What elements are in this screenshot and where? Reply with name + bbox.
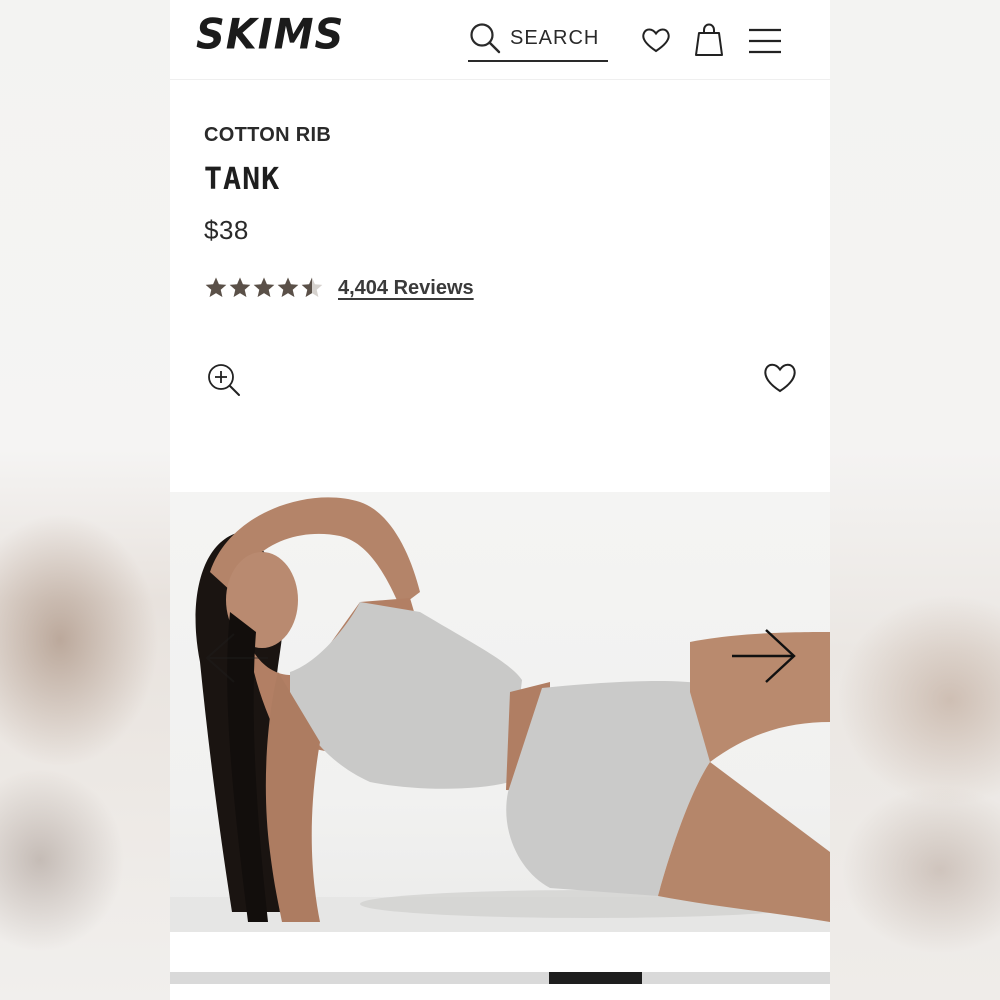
product-image-gallery[interactable] [170,492,830,932]
product-title: TANK [204,162,281,197]
brand-logo[interactable]: SKIMS [196,11,344,59]
search-button[interactable]: SEARCH [468,16,608,62]
gallery-progress-bar [170,972,830,984]
reviews-link[interactable]: 4,404 Reviews [338,277,474,300]
product-rating: 4,404 Reviews [204,274,474,302]
arrow-right-icon[interactable] [730,628,798,684]
star-icon [277,277,299,297]
star-icon [229,277,251,297]
hamburger-menu-icon[interactable] [748,26,782,56]
shopping-bag-icon[interactable] [694,22,724,58]
product-photo [170,497,830,932]
search-label: SEARCH [510,26,600,49]
search-icon [470,23,501,54]
zoom-in-icon[interactable] [206,362,242,398]
mobile-page: SKIMS SEARCH COTTON RIB TANK $38 4,404 R… [170,0,830,1000]
star-icon [205,277,227,297]
star-icon [301,277,323,297]
background-blur-right [830,0,1000,1000]
add-to-wishlist-heart-icon[interactable] [762,360,798,394]
star-icon [253,277,275,297]
site-header: SKIMS SEARCH [170,0,830,80]
star-rating [204,276,324,300]
product-collection: COTTON RIB [204,124,332,146]
background-blur-left [0,0,170,1000]
arrow-left-icon[interactable] [204,632,270,684]
product-price: $38 [204,215,249,245]
gallery-progress-indicator [548,972,642,984]
wishlist-heart-icon[interactable] [640,24,672,56]
